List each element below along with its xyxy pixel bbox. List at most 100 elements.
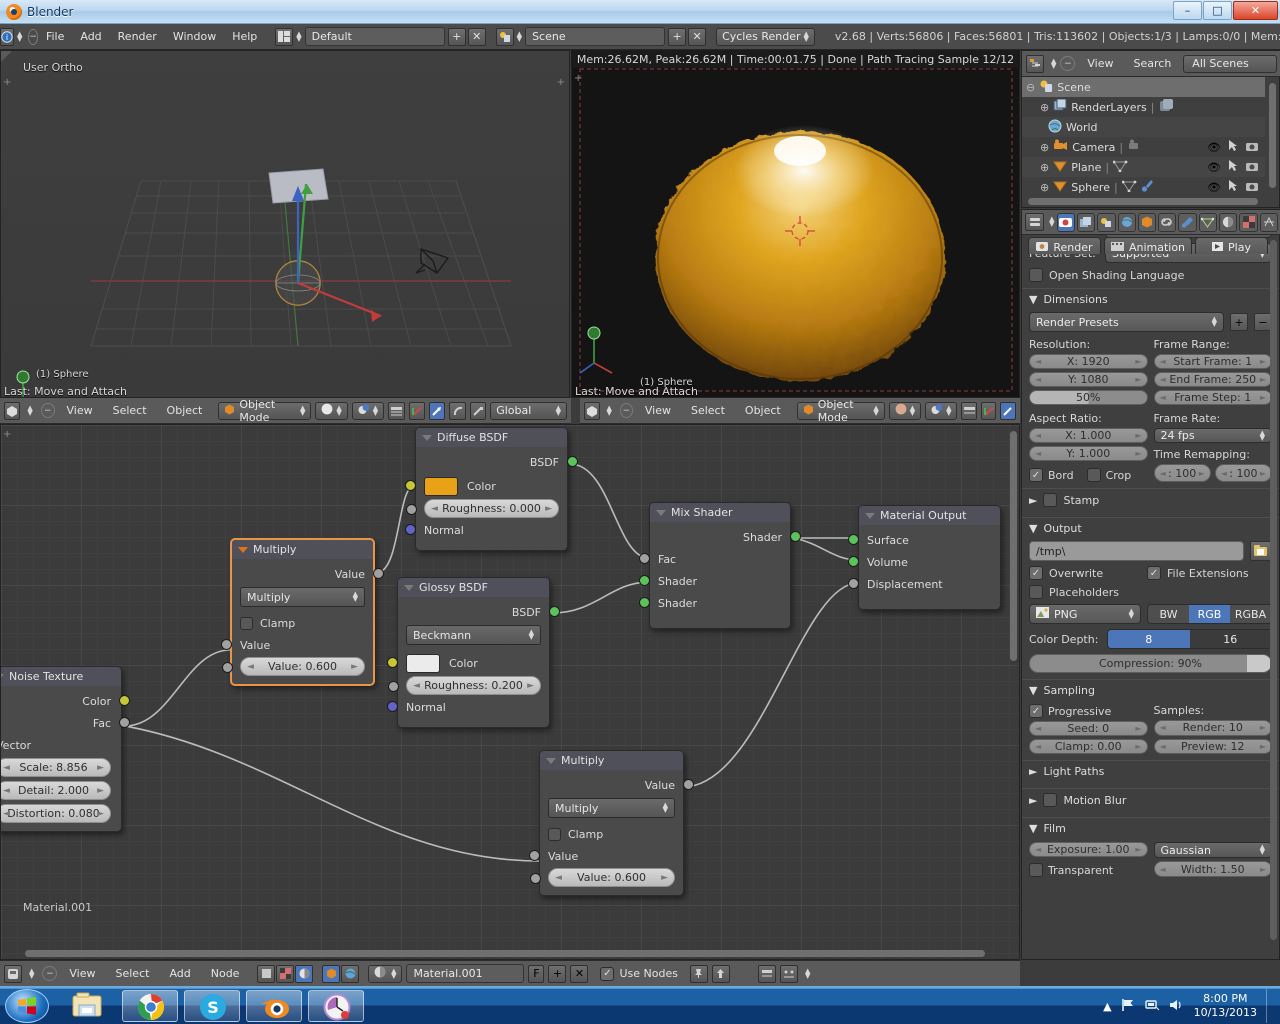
glossy-collapse-triangle-icon[interactable] (404, 585, 414, 591)
aspect-x-field[interactable]: ◄ X: 1.000 ► (1029, 428, 1148, 443)
socket-bsdf-out-glossy[interactable] (549, 606, 560, 617)
add-screen-layout-button[interactable]: + (448, 28, 466, 46)
outliner-display-mode-dropdown[interactable]: All Scenes (1183, 55, 1277, 73)
screen-layout-field[interactable]: Default (305, 27, 445, 46)
dimensions-section-header[interactable]: ▼ Dimensions (1022, 288, 1279, 310)
menu-file[interactable]: File (38, 28, 72, 45)
glossy-distribution-dropdown[interactable]: Beckmann ▲▼ (406, 625, 541, 645)
color-mode-rgba[interactable]: RGBA (1230, 605, 1271, 623)
scene-layers-dropdown[interactable]: ▲▼ (352, 402, 384, 420)
exposure-field[interactable]: ◄ Exposure: 1.00 ► (1029, 842, 1148, 857)
socket-surface-in[interactable] (848, 534, 859, 545)
node-snap-chevron-icon[interactable]: ▲▼ (805, 969, 810, 979)
mix-shader-header[interactable]: Mix Shader (650, 503, 790, 522)
placeholders-row[interactable]: Placeholders (1022, 585, 1279, 599)
motion-blur-section-header[interactable]: ► Motion Blur (1022, 788, 1279, 811)
glossy-roughness-field[interactable]: ◄ Roughness: 0.200 ► (406, 676, 541, 695)
snap-right-icon[interactable] (961, 402, 977, 420)
slot-object-icon[interactable] (322, 965, 340, 983)
taskbar-blender-button[interactable] (246, 990, 302, 1022)
output-section-header[interactable]: ▼ Output (1022, 517, 1279, 539)
close-button[interactable]: ✕ (1233, 1, 1278, 20)
collapse-header-icon[interactable]: − (41, 403, 55, 418)
light-paths-section-header[interactable]: ► Light Paths (1022, 760, 1279, 782)
tab-material[interactable] (1219, 213, 1237, 232)
editor-type-properties-icon[interactable] (1025, 213, 1044, 231)
material-name-field[interactable]: Material.001 (406, 964, 524, 983)
menu-help[interactable]: Help (224, 28, 265, 45)
restrict-render-plane-icon[interactable] (1246, 161, 1258, 174)
socket-roughness-in-glossy[interactable] (388, 681, 399, 692)
stamp-section-header[interactable]: ► Stamp (1022, 488, 1279, 511)
node-menu-view[interactable]: View (61, 965, 103, 982)
material-browse-dropdown[interactable]: ▲▼ (368, 965, 402, 983)
crop-checkbox[interactable] (1087, 468, 1101, 482)
expand-icon[interactable]: ⊕ (1040, 101, 1049, 114)
show-desktop-button[interactable] (1266, 989, 1276, 1023)
socket-value-in-1a[interactable] (221, 639, 232, 650)
tab-constraints[interactable] (1158, 213, 1176, 232)
mix-shader-node[interactable]: Mix Shader Shader Fac Shader Shader (649, 502, 791, 629)
socket-value-in-2b[interactable] (530, 873, 541, 884)
collapse-header-right-icon[interactable]: − (620, 403, 633, 418)
socket-color-in-diffuse[interactable] (405, 480, 416, 491)
collapse-triangle-icon[interactable] (0, 674, 4, 680)
diffuse-collapse-triangle-icon[interactable] (422, 435, 432, 441)
scene-icon[interactable] (496, 28, 514, 46)
restrict-render-icon[interactable] (1246, 141, 1258, 154)
resolution-y-field[interactable]: ◄ Y: 1080 ► (1029, 372, 1148, 387)
mix-collapse-triangle-icon[interactable] (656, 510, 666, 516)
editor-type-right-chevron-icon[interactable]: ▲▼ (607, 406, 612, 416)
socket-normal-in-glossy[interactable] (387, 701, 398, 712)
file-format-dropdown[interactable]: PNG ▲▼ (1029, 604, 1141, 624)
material-output-header[interactable]: Material Output (859, 506, 1000, 525)
time-remap-old-field[interactable]: ◄ : 100 ► (1154, 464, 1211, 482)
show-hidden-icons-icon[interactable]: ▲ (1103, 1000, 1111, 1013)
transparent-checkbox[interactable] (1029, 863, 1043, 877)
pin-icon[interactable] (690, 965, 708, 983)
transform-orientation-dropdown[interactable]: Global ▲▼ (490, 402, 567, 420)
outliner-menu-view[interactable]: View (1079, 55, 1121, 72)
node-editor[interactable]: Noise Texture Color Fac Vector ◄ Scale: … (0, 424, 1020, 960)
scene-spinner-icon[interactable]: ▲▼ (517, 32, 522, 42)
menu-window[interactable]: Window (165, 28, 224, 45)
outliner-type-chevron-icon[interactable]: ▲▼ (1051, 59, 1056, 69)
fps-dropdown[interactable]: 24 fps ▲▼ (1154, 428, 1273, 443)
manipulator-translate-active-icon[interactable] (429, 402, 445, 420)
socket-shader-in-1[interactable] (639, 575, 650, 586)
socket-roughness-in-diffuse[interactable] (406, 504, 417, 515)
window-controls[interactable]: – □ ✕ (1173, 1, 1278, 20)
browse-folder-icon[interactable] (1250, 541, 1272, 561)
render-samples-field[interactable]: ◄ Render: 10 ► (1154, 720, 1273, 736)
diffuse-color-swatch[interactable] (424, 477, 458, 496)
tab-texture[interactable] (1239, 213, 1257, 232)
screen-layout-spinner-icon[interactable]: ▲▼ (296, 32, 301, 42)
viewport-right-menu-object[interactable]: Object (737, 402, 789, 419)
multiply-2-header[interactable]: Multiply (540, 751, 683, 770)
render-engine-dropdown[interactable]: Cycles Render ▲▼ (716, 28, 815, 46)
noise-texture-node[interactable]: Noise Texture Color Fac Vector ◄ Scale: … (0, 666, 122, 832)
preview-samples-field[interactable]: ◄ Preview: 12 ► (1154, 739, 1273, 755)
color-mode-bw[interactable]: BW (1148, 605, 1189, 623)
render-action-buttons[interactable]: Render Animation Play (1028, 237, 1268, 254)
node-grid-icon[interactable] (780, 965, 798, 983)
render-presets-dropdown[interactable]: Render Presets ▲▼ (1029, 312, 1224, 332)
osl-row[interactable]: Open Shading Language (1022, 268, 1279, 282)
add-scene-button[interactable]: + (668, 28, 686, 46)
seed-field[interactable]: ◄ Seed: 0 ► (1029, 721, 1148, 736)
multiply-2-clamp-row[interactable]: Clamp (548, 824, 675, 844)
manipulator-right-icon[interactable] (981, 402, 997, 420)
osl-checkbox[interactable] (1029, 268, 1043, 282)
restrict-row-sphere[interactable]: 👁 (1207, 177, 1269, 197)
tab-world[interactable] (1118, 213, 1136, 232)
texture-nodes-icon[interactable] (276, 965, 294, 983)
multiply-1-clamp-checkbox[interactable] (240, 617, 253, 630)
viewport-menu-select[interactable]: Select (105, 402, 155, 419)
tab-render[interactable] (1057, 213, 1075, 232)
multiply-1-operation-dropdown[interactable]: Multiply ▲▼ (240, 587, 365, 607)
tab-particles[interactable] (1260, 213, 1278, 232)
editor-type-info-icon[interactable]: i (0, 28, 14, 46)
tab-scene[interactable] (1097, 213, 1115, 232)
outliner-panel[interactable]: ▲▼ − View Search All Scenes ⊖ Scene ⊕ Re… (1021, 50, 1280, 208)
node-add-panel-icon[interactable]: + (3, 429, 11, 440)
